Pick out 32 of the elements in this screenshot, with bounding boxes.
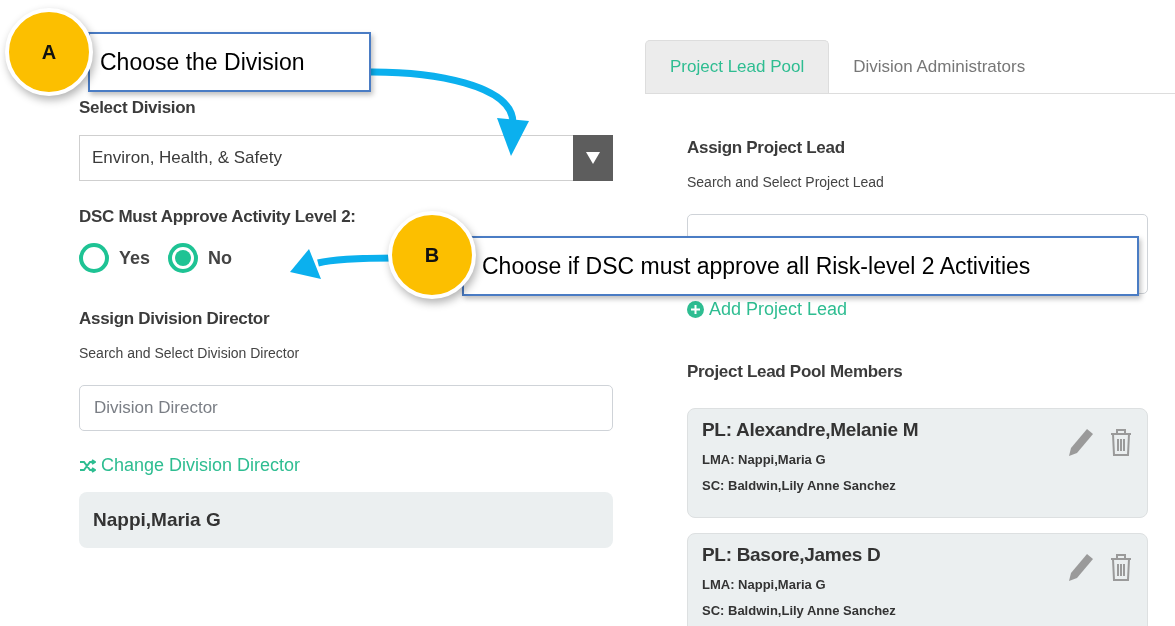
director-name: Nappi,Maria G: [93, 509, 221, 531]
add-project-lead-link[interactable]: Add Project Lead: [687, 299, 848, 320]
section-heading: Assign Project Lead: [687, 138, 846, 158]
radio-button[interactable]: [168, 243, 199, 273]
edit-icon[interactable]: [1067, 552, 1095, 582]
division-dropdown[interactable]: Environ, Health, & Safety: [79, 135, 613, 181]
edit-icon[interactable]: [1067, 427, 1095, 457]
radio-option[interactable]: Yes: [79, 243, 151, 273]
radio-button[interactable]: [79, 243, 109, 273]
sc-name: SC: Baldwin,Lily Anne Sanchez: [702, 478, 897, 493]
change-director-link[interactable]: Change Division Director: [79, 455, 301, 476]
field-hint: Search and Select Division Director: [79, 345, 301, 361]
field-hint: Search and Select Project Lead: [687, 174, 885, 190]
director-input-field[interactable]: Division Director: [79, 385, 613, 431]
shuffle-icon: [79, 458, 96, 473]
lma-name: LMA: Nappi,Maria G: [702, 452, 827, 467]
callout-text: Choose the Division: [100, 48, 305, 76]
radio-option[interactable]: No: [168, 243, 233, 273]
section-heading: Project Lead Pool Members: [687, 362, 904, 382]
sc-name: SC: Baldwin,Lily Anne Sanchez: [702, 603, 896, 618]
field-label: DSC Must Approve Activity Level 2:: [79, 207, 357, 227]
delete-icon[interactable]: [1109, 552, 1133, 582]
delete-icon[interactable]: [1109, 427, 1133, 457]
field-label: Select Division: [79, 98, 197, 118]
project-lead-name: PL: Alexandre,Melanie M: [702, 419, 919, 441]
tab[interactable]: Division Administrators: [829, 40, 1050, 93]
section-heading: Assign Division Director: [79, 309, 271, 329]
plus-circle-icon: [687, 301, 704, 318]
lma-name: LMA: Nappi,Maria G: [702, 577, 827, 592]
caret-icon: [586, 152, 600, 164]
callout-text: Choose if DSC must approve all Risk-level 2 Activities: [482, 252, 1031, 280]
project-lead-name: PL: Basore,James D: [702, 544, 882, 566]
